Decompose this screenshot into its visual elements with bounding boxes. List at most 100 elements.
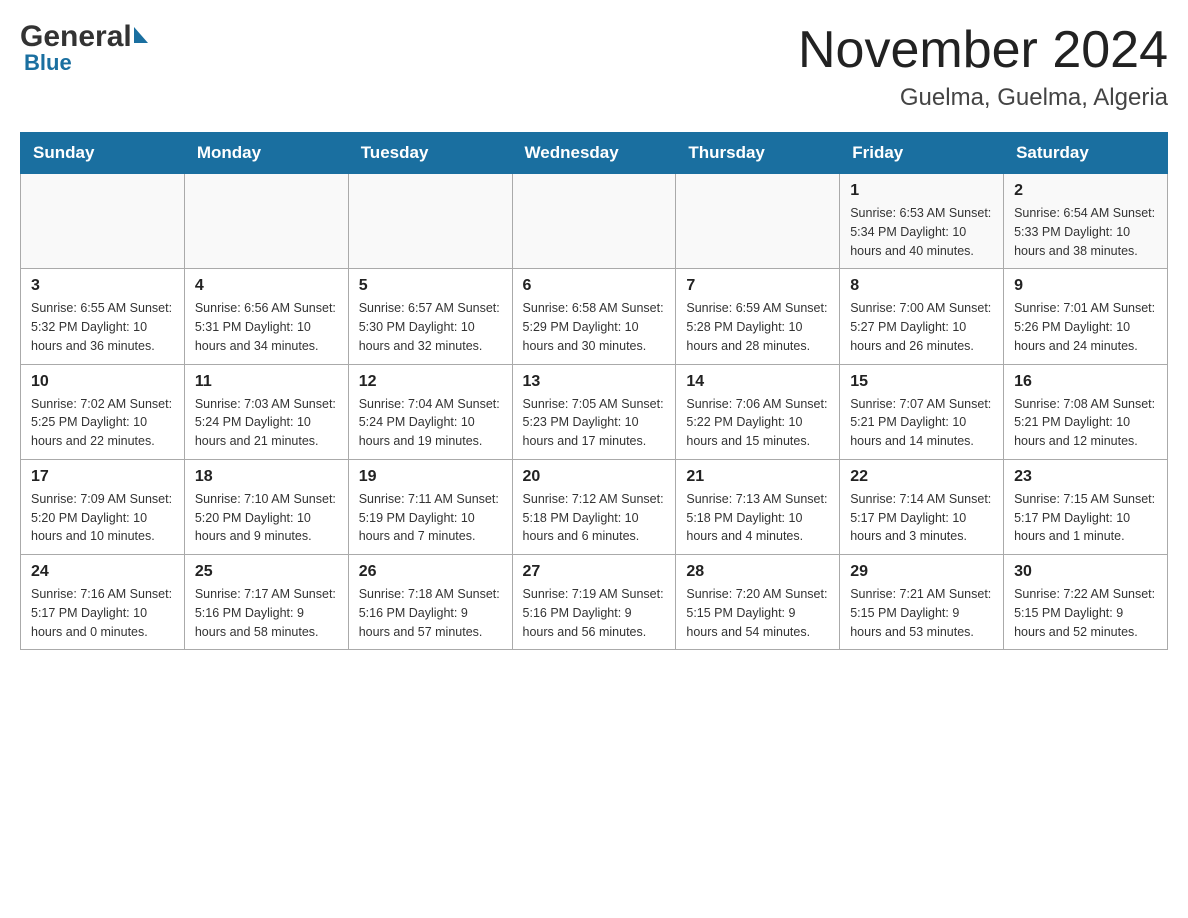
day-info: Sunrise: 7:00 AM Sunset: 5:27 PM Dayligh… [850, 299, 993, 355]
header-sunday: Sunday [21, 133, 185, 174]
day-number: 1 [850, 182, 993, 200]
table-row: 23 Sunrise: 7:15 AM Sunset: 5:17 PM Dayli… [1004, 459, 1168, 554]
day-info: Sunrise: 7:15 AM Sunset: 5:17 PM Dayligh… [1014, 490, 1157, 546]
day-number: 2 [1014, 182, 1157, 200]
day-info: Sunrise: 7:08 AM Sunset: 5:21 PM Dayligh… [1014, 395, 1157, 451]
day-number: 21 [686, 468, 829, 486]
logo-arrow-icon [134, 27, 148, 48]
page-header: General Blue November 2024 Guelma, Guelm… [20, 20, 1168, 112]
day-number: 16 [1014, 373, 1157, 391]
header-thursday: Thursday [676, 133, 840, 174]
table-row: 22 Sunrise: 7:14 AM Sunset: 5:17 PM Dayli… [840, 459, 1004, 554]
calendar-title: November 2024 [798, 20, 1168, 80]
header-tuesday: Tuesday [348, 133, 512, 174]
day-number: 22 [850, 468, 993, 486]
table-row: 16 Sunrise: 7:08 AM Sunset: 5:21 PM Dayli… [1004, 364, 1168, 459]
day-info: Sunrise: 6:58 AM Sunset: 5:29 PM Dayligh… [523, 299, 666, 355]
table-row: 9 Sunrise: 7:01 AM Sunset: 5:26 PM Daylig… [1004, 269, 1168, 364]
table-row: 12Sunrise: 7:04 AM Sunset: 5:24 PM Dayli… [348, 364, 512, 459]
table-row: 3 Sunrise: 6:55 AM Sunset: 5:32 PM Daylig… [21, 269, 185, 364]
day-number: 13 [523, 373, 666, 391]
table-row: 11 Sunrise: 7:03 AM Sunset: 5:24 PM Dayli… [184, 364, 348, 459]
calendar-week-row: 1 Sunrise: 6:53 AM Sunset: 5:34 PM Daylig… [21, 174, 1168, 269]
day-number: 25 [195, 563, 338, 581]
day-info: Sunrise: 7:21 AM Sunset: 5:15 PM Dayligh… [850, 585, 993, 641]
calendar-week-row: 17Sunrise: 7:09 AM Sunset: 5:20 PM Dayli… [21, 459, 1168, 554]
day-info: Sunrise: 6:54 AM Sunset: 5:33 PM Dayligh… [1014, 204, 1157, 260]
logo-blue-text: Blue [24, 50, 72, 76]
day-number: 15 [850, 373, 993, 391]
day-number: 18 [195, 468, 338, 486]
table-row: 19 Sunrise: 7:11 AM Sunset: 5:19 PM Dayli… [348, 459, 512, 554]
title-section: November 2024 Guelma, Guelma, Algeria [798, 20, 1168, 112]
calendar-location: Guelma, Guelma, Algeria [798, 84, 1168, 112]
day-info: Sunrise: 7:12 AM Sunset: 5:18 PM Dayligh… [523, 490, 666, 546]
day-info: Sunrise: 7:03 AM Sunset: 5:24 PM Dayligh… [195, 395, 338, 451]
day-number: 7 [686, 277, 829, 295]
day-number: 3 [31, 277, 174, 295]
table-row: 20 Sunrise: 7:12 AM Sunset: 5:18 PM Dayli… [512, 459, 676, 554]
day-number: 8 [850, 277, 993, 295]
day-info: Sunrise: 7:09 AM Sunset: 5:20 PM Dayligh… [31, 490, 174, 546]
calendar-week-row: 3 Sunrise: 6:55 AM Sunset: 5:32 PM Daylig… [21, 269, 1168, 364]
day-number: 4 [195, 277, 338, 295]
table-row: 29Sunrise: 7:21 AM Sunset: 5:15 PM Dayli… [840, 555, 1004, 650]
table-row: 6 Sunrise: 6:58 AM Sunset: 5:29 PM Daylig… [512, 269, 676, 364]
table-row: 18 Sunrise: 7:10 AM Sunset: 5:20 PM Dayli… [184, 459, 348, 554]
day-info: Sunrise: 7:18 AM Sunset: 5:16 PM Dayligh… [359, 585, 502, 641]
day-number: 30 [1014, 563, 1157, 581]
day-info: Sunrise: 7:19 AM Sunset: 5:16 PM Dayligh… [523, 585, 666, 641]
table-row: 7 Sunrise: 6:59 AM Sunset: 5:28 PM Daylig… [676, 269, 840, 364]
day-info: Sunrise: 7:04 AM Sunset: 5:24 PM Dayligh… [359, 395, 502, 451]
day-info: Sunrise: 6:53 AM Sunset: 5:34 PM Dayligh… [850, 204, 993, 260]
calendar-header-row: Sunday Monday Tuesday Wednesday Thursday… [21, 133, 1168, 174]
calendar-week-row: 10Sunrise: 7:02 AM Sunset: 5:25 PM Dayli… [21, 364, 1168, 459]
table-row: 24Sunrise: 7:16 AM Sunset: 5:17 PM Dayli… [21, 555, 185, 650]
header-saturday: Saturday [1004, 133, 1168, 174]
header-wednesday: Wednesday [512, 133, 676, 174]
day-info: Sunrise: 7:10 AM Sunset: 5:20 PM Dayligh… [195, 490, 338, 546]
day-info: Sunrise: 7:22 AM Sunset: 5:15 PM Dayligh… [1014, 585, 1157, 641]
day-info: Sunrise: 7:13 AM Sunset: 5:18 PM Dayligh… [686, 490, 829, 546]
day-number: 5 [359, 277, 502, 295]
table-row: 25 Sunrise: 7:17 AM Sunset: 5:16 PM Dayli… [184, 555, 348, 650]
day-info: Sunrise: 7:17 AM Sunset: 5:16 PM Dayligh… [195, 585, 338, 641]
table-row [676, 174, 840, 269]
calendar-table: Sunday Monday Tuesday Wednesday Thursday… [20, 132, 1168, 650]
table-row [21, 174, 185, 269]
day-number: 19 [359, 468, 502, 486]
table-row: 15 Sunrise: 7:07 AM Sunset: 5:21 PM Dayli… [840, 364, 1004, 459]
header-monday: Monday [184, 133, 348, 174]
day-info: Sunrise: 7:16 AM Sunset: 5:17 PM Dayligh… [31, 585, 174, 641]
day-number: 11 [195, 373, 338, 391]
header-friday: Friday [840, 133, 1004, 174]
day-info: Sunrise: 6:55 AM Sunset: 5:32 PM Dayligh… [31, 299, 174, 355]
day-number: 26 [359, 563, 502, 581]
day-number: 27 [523, 563, 666, 581]
day-info: Sunrise: 6:59 AM Sunset: 5:28 PM Dayligh… [686, 299, 829, 355]
day-number: 23 [1014, 468, 1157, 486]
day-info: Sunrise: 7:01 AM Sunset: 5:26 PM Dayligh… [1014, 299, 1157, 355]
day-info: Sunrise: 7:14 AM Sunset: 5:17 PM Dayligh… [850, 490, 993, 546]
table-row: 21 Sunrise: 7:13 AM Sunset: 5:18 PM Dayli… [676, 459, 840, 554]
logo-general-text: General [20, 20, 132, 54]
day-info: Sunrise: 7:06 AM Sunset: 5:22 PM Dayligh… [686, 395, 829, 451]
table-row: 14Sunrise: 7:06 AM Sunset: 5:22 PM Dayli… [676, 364, 840, 459]
table-row: 17Sunrise: 7:09 AM Sunset: 5:20 PM Dayli… [21, 459, 185, 554]
table-row: 30 Sunrise: 7:22 AM Sunset: 5:15 PM Dayli… [1004, 555, 1168, 650]
day-number: 6 [523, 277, 666, 295]
day-info: Sunrise: 7:07 AM Sunset: 5:21 PM Dayligh… [850, 395, 993, 451]
day-info: Sunrise: 7:02 AM Sunset: 5:25 PM Dayligh… [31, 395, 174, 451]
table-row: 5 Sunrise: 6:57 AM Sunset: 5:30 PM Daylig… [348, 269, 512, 364]
day-info: Sunrise: 7:20 AM Sunset: 5:15 PM Dayligh… [686, 585, 829, 641]
table-row: 28Sunrise: 7:20 AM Sunset: 5:15 PM Dayli… [676, 555, 840, 650]
table-row: 27 Sunrise: 7:19 AM Sunset: 5:16 PM Dayli… [512, 555, 676, 650]
day-info: Sunrise: 7:05 AM Sunset: 5:23 PM Dayligh… [523, 395, 666, 451]
table-row: 1 Sunrise: 6:53 AM Sunset: 5:34 PM Daylig… [840, 174, 1004, 269]
table-row [512, 174, 676, 269]
calendar-week-row: 24Sunrise: 7:16 AM Sunset: 5:17 PM Dayli… [21, 555, 1168, 650]
day-number: 20 [523, 468, 666, 486]
day-info: Sunrise: 7:11 AM Sunset: 5:19 PM Dayligh… [359, 490, 502, 546]
day-number: 9 [1014, 277, 1157, 295]
day-info: Sunrise: 6:57 AM Sunset: 5:30 PM Dayligh… [359, 299, 502, 355]
